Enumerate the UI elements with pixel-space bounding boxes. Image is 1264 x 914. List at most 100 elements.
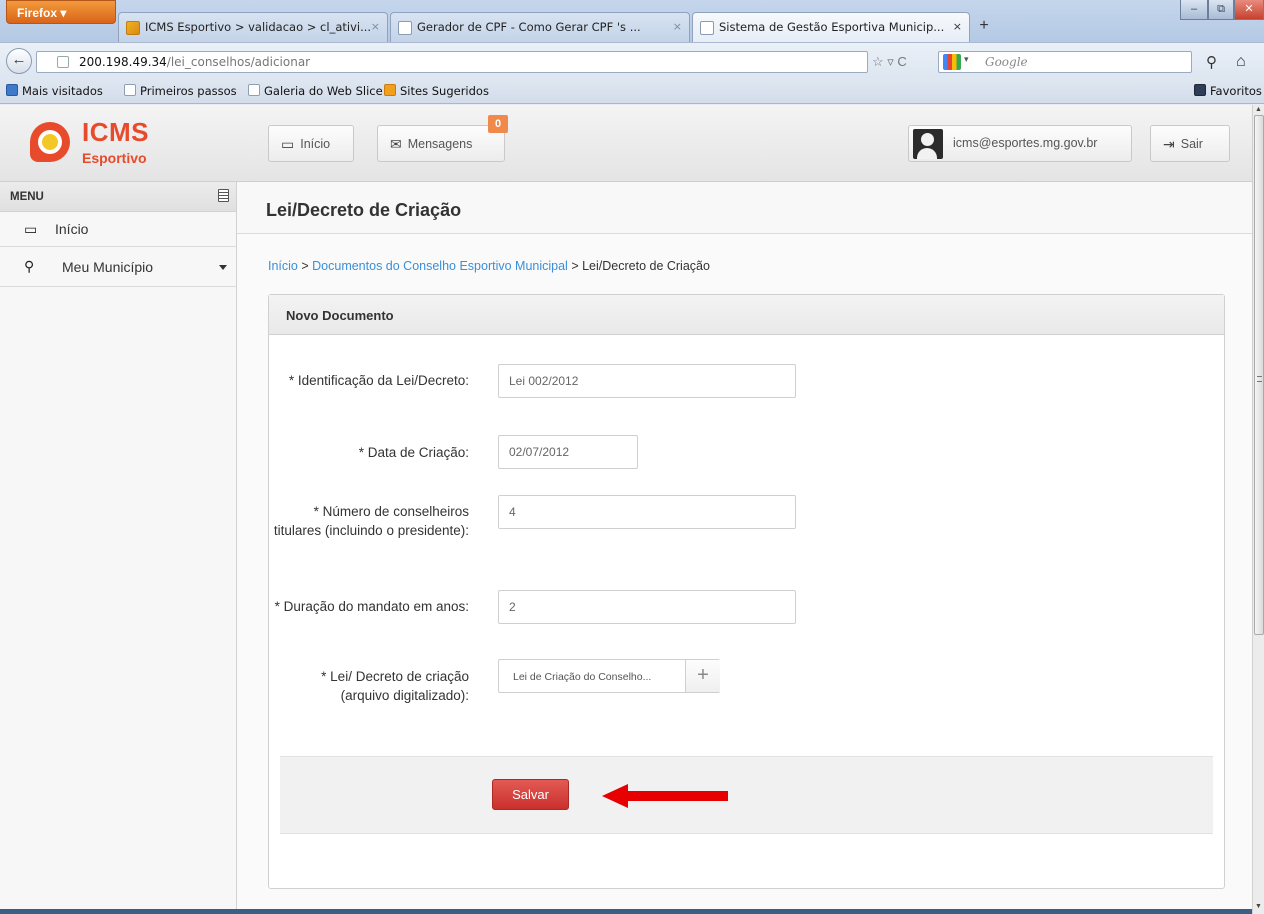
scroll-down-icon[interactable]: ▼	[1255, 903, 1262, 910]
logout-icon: ⇥	[1163, 136, 1175, 152]
tab-icms-validacao[interactable]: ICMS Esportivo > validacao > cl_ativi...…	[118, 12, 388, 42]
mensagens-button[interactable]: ✉ Mensagens	[377, 125, 505, 162]
tab-close-icon[interactable]: ×	[673, 20, 682, 33]
form-card-title: Novo Documento	[286, 308, 394, 323]
identificacao-label: * Identificação da Lei/Decreto:	[288, 373, 469, 388]
bookmark-galeria-web-slice[interactable]: Galeria do Web Slice	[248, 84, 383, 98]
site-identity-icon[interactable]	[57, 56, 69, 68]
bookmark-sites-sugeridos[interactable]: Sites Sugeridos	[384, 84, 489, 98]
logo-subtitle[interactable]: Esportivo	[82, 150, 147, 166]
window-maximize-button[interactable]: ⧉	[1208, 0, 1234, 20]
data-criacao-input[interactable]	[498, 435, 638, 469]
sidebar-item-inicio[interactable]: ▭ Início	[0, 213, 236, 247]
sidebar: MENU ▭ Início ⚲ Meu Município	[0, 182, 237, 914]
tab-title: Gerador de CPF - Como Gerar CPF 's ...	[417, 20, 641, 34]
firefox-menu-button[interactable]: Firefox ▾	[6, 0, 116, 24]
identificacao-input[interactable]	[498, 364, 796, 398]
sidebar-item-label: Meu Município	[62, 259, 154, 275]
breadcrumb: Início > Documentos do Conselho Esportiv…	[268, 259, 710, 273]
bookmark-icon	[248, 84, 260, 96]
search-input[interactable]: ▾ Google	[938, 51, 1192, 73]
scrollbar-thumb[interactable]	[1254, 115, 1264, 635]
search-placeholder: Google	[985, 55, 1028, 69]
bookmark-label: Mais visitados	[22, 84, 103, 98]
icms-logo-icon[interactable]	[30, 122, 70, 162]
web-page: ICMS Esportivo ▭ Início ✉ Mensagens 0 icms…	[0, 105, 1252, 914]
favorites-icon	[1194, 84, 1206, 96]
chevron-down-icon	[219, 265, 227, 270]
breadcrumb-separator: >	[297, 259, 313, 273]
form-card: Novo Documento * Identificação da Lei/De…	[268, 294, 1225, 889]
tab-close-icon[interactable]: ×	[371, 20, 380, 33]
bookmark-label: Favoritos	[1210, 84, 1262, 98]
url-path: /lei_conselhos/adicionar	[166, 55, 311, 69]
page-scrollbar[interactable]: ▲ ▼	[1252, 105, 1264, 914]
search-icon[interactable]: ⚲	[1206, 53, 1217, 71]
site-favicon-icon	[126, 21, 140, 35]
arrow-shape	[602, 784, 728, 808]
map-marker-icon: ⚲	[24, 258, 35, 274]
page-title: Lei/Decreto de Criação	[266, 200, 462, 220]
window-minimize-button[interactable]: –	[1180, 0, 1208, 20]
chevron-down-icon[interactable]: ▾	[964, 55, 969, 65]
bookmark-label: Sites Sugeridos	[400, 84, 489, 98]
page-favicon-icon	[398, 21, 412, 35]
user-account-button[interactable]: icms@esportes.mg.gov.br	[908, 125, 1132, 162]
url-bar[interactable]: 200.198.49.34/lei_conselhos/adicionar	[36, 51, 868, 73]
home-icon[interactable]: ⌂	[1236, 53, 1246, 71]
avatar	[913, 129, 943, 159]
main-content: Lei/Decreto de Criação Início > Document…	[237, 182, 1252, 914]
new-tab-button[interactable]: +	[972, 14, 996, 40]
logo-title[interactable]: ICMS	[82, 117, 149, 148]
save-button[interactable]: Salvar	[492, 779, 569, 810]
bookmarks-toolbar: Mais visitados Primeiros passos Galeria …	[0, 78, 1264, 104]
sidebar-item-meu-municipio[interactable]: ⚲ Meu Município	[0, 247, 236, 287]
sidebar-menu-title: MENU	[10, 191, 44, 203]
inicio-label: Início	[300, 137, 331, 151]
breadcrumb-separator: >	[567, 259, 583, 273]
envelope-icon: ✉	[390, 136, 402, 152]
tab-sistema-gestao[interactable]: Sistema de Gestão Esportiva Municip... ×	[692, 12, 970, 42]
breadcrumb-link-inicio[interactable]: Início	[268, 259, 298, 273]
tab-close-icon[interactable]: ×	[953, 20, 962, 33]
form-actions: Salvar	[280, 756, 1213, 834]
conselheiros-label: * Número de conselheiros titulares (incl…	[273, 504, 469, 538]
duracao-mandato-input[interactable]	[498, 590, 796, 624]
taskbar-strip	[0, 909, 1252, 914]
file-upload-field[interactable]: Lei de Criação do Conselho... +	[498, 659, 720, 693]
bookmark-icon	[124, 84, 136, 96]
window-close-button[interactable]: ✕	[1234, 0, 1264, 20]
arquivo-label: * Lei/ Decreto de criação (arquivo digit…	[321, 669, 469, 703]
breadcrumb-link-documentos[interactable]: Documentos do Conselho Esportivo Municip…	[312, 259, 568, 273]
google-icon[interactable]	[943, 54, 961, 70]
bookmark-mais-visitados[interactable]: Mais visitados	[6, 84, 103, 98]
menu-toggle-icon[interactable]	[218, 189, 229, 202]
bookmark-icon	[6, 84, 18, 96]
tab-gerador-cpf[interactable]: Gerador de CPF - Como Gerar CPF 's ... ×	[390, 12, 690, 42]
browser-navbar: ← 200.198.49.34/lei_conselhos/adicionar …	[0, 42, 1264, 78]
breadcrumb-current: Lei/Decreto de Criação	[582, 259, 710, 273]
logout-button[interactable]: ⇥ Sair	[1150, 125, 1230, 162]
logout-label: Sair	[1180, 137, 1203, 151]
bookmark-favoritos[interactable]: Favoritos	[1194, 84, 1262, 98]
user-email: icms@esportes.mg.gov.br	[953, 136, 1098, 150]
sidebar-menu-header: MENU	[0, 182, 236, 212]
browser-titlebar: Firefox ▾ ICMS Esportivo > validacao > c…	[0, 0, 1264, 42]
tab-title: ICMS Esportivo > validacao > cl_ativi...	[145, 20, 372, 34]
back-button[interactable]: ←	[6, 48, 32, 74]
duracao-mandato-label: * Duração do mandato em anos:	[274, 599, 469, 614]
form-card-header: Novo Documento	[269, 295, 1224, 335]
tab-title: Sistema de Gestão Esportiva Municip...	[719, 20, 945, 34]
red-arrow-annotation	[602, 784, 728, 808]
bookmark-icon	[384, 84, 396, 96]
bookmark-primeiros-passos[interactable]: Primeiros passos	[124, 84, 237, 98]
inicio-button[interactable]: ▭ Início	[268, 125, 354, 162]
app-header: ICMS Esportivo ▭ Início ✉ Mensagens 0 icms…	[0, 105, 1252, 182]
url-bar-tools[interactable]: ☆ ▿ C	[872, 54, 907, 70]
messages-count-badge: 0	[488, 115, 508, 133]
url-host: 200.198.49.34	[79, 55, 167, 69]
conselheiros-input[interactable]	[498, 495, 796, 529]
scroll-up-icon[interactable]: ▲	[1255, 106, 1262, 113]
add-file-button[interactable]: +	[685, 660, 720, 692]
monitor-icon: ▭	[281, 136, 295, 152]
